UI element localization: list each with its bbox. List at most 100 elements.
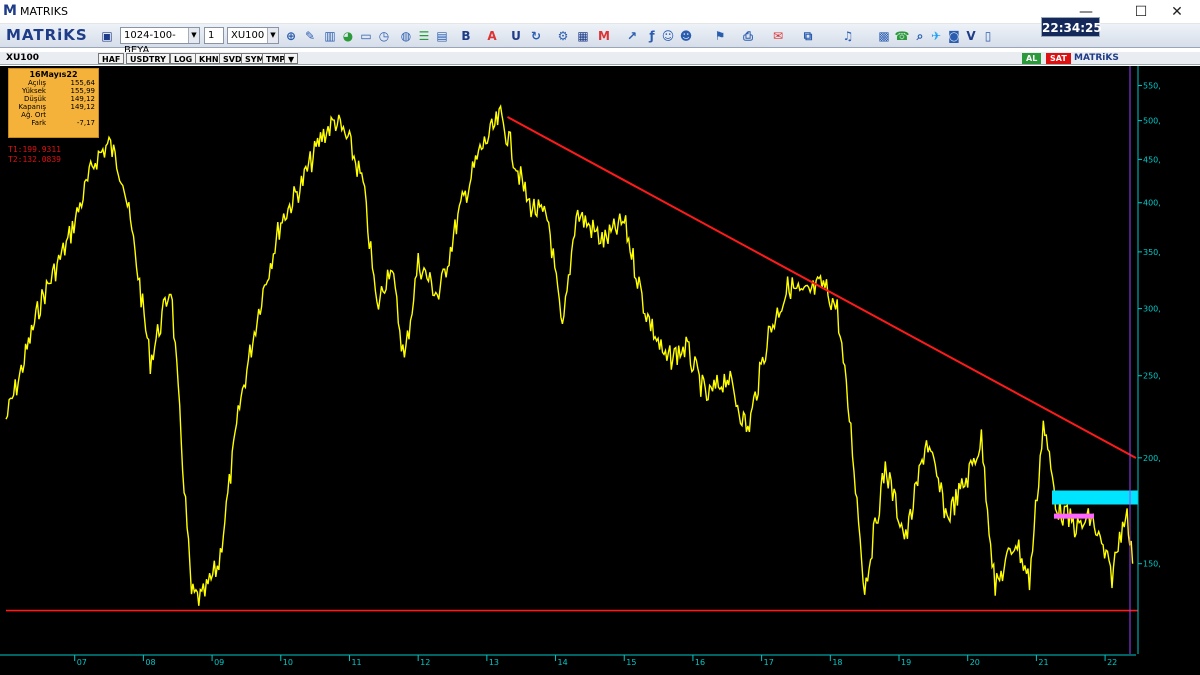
x-tick-label: 09 (214, 658, 224, 667)
app-logo-icon: M (3, 3, 17, 19)
haf-button[interactable]: HAF (98, 53, 125, 64)
globe-icon[interactable]: ◍ (398, 28, 414, 44)
x-tick-label: 07 (77, 658, 87, 667)
overlay-layer (6, 66, 1138, 654)
vop-icon[interactable]: ▦ (575, 28, 591, 44)
bell-icon[interactable]: ♫ (840, 28, 856, 44)
m-icon[interactable]: M (596, 28, 612, 44)
x-tick-label: 17 (764, 658, 774, 667)
y-tick-label: 200, (1143, 454, 1161, 463)
resistance-trendline (506, 116, 1137, 459)
info-row-high: Yüksek 155,99 (9, 87, 98, 95)
info-label: Ağ. Ort (21, 111, 46, 119)
twitter-icon[interactable]: ✈ (928, 28, 944, 44)
sell-button[interactable]: SAT (1046, 53, 1071, 64)
info-row-diff: Fark -7,17 (9, 119, 98, 127)
info-row-open: Açılış 155,64 (9, 79, 98, 87)
info-row-avg: Ağ. Ort (9, 111, 98, 119)
screen-icon[interactable]: ◙ (946, 28, 962, 44)
layout-select[interactable]: 1 (204, 27, 224, 44)
price-chart-svg[interactable]: 550, 500, 450, 400, 350, 300, 250, 200, 150, 07 08… (0, 66, 1200, 675)
buy-button[interactable]: AL (1022, 53, 1042, 64)
chevron-down-icon: ▼ (267, 28, 278, 43)
x-tick-label: 11 (351, 658, 361, 667)
info-value: 155,64 (70, 79, 96, 87)
y-tick-label: 500, (1143, 117, 1161, 126)
print-icon[interactable]: ⎙ (740, 28, 756, 44)
info-label: Yüksek (22, 87, 46, 95)
y-tick-label: 300, (1143, 305, 1161, 314)
monitor-icon[interactable]: ▭ (358, 28, 374, 44)
y-tick-label: 350, (1143, 248, 1161, 257)
line-chart-icon[interactable]: ↗ (624, 28, 640, 44)
x-tick-label: 15 (626, 658, 636, 667)
x-tick-label: 18 (832, 658, 842, 667)
info-value: 149,12 (70, 103, 96, 111)
x-tick-label: 21 (1038, 658, 1048, 667)
cyan-highlight-box (1052, 490, 1138, 505)
x-tick-label: 12 (420, 658, 430, 667)
info-value: 149,12 (70, 95, 96, 103)
info-label: Açılış (28, 79, 46, 87)
chart-brand-label: MATRiKS (1074, 53, 1119, 63)
close-button[interactable]: ✕ (1154, 0, 1200, 24)
x-tick-label: 13 (489, 658, 499, 667)
news-icon[interactable]: ▤ (434, 28, 450, 44)
notes-icon[interactable]: ✉ (770, 28, 786, 44)
copy-icon[interactable]: ⧉ (800, 28, 816, 44)
v-icon[interactable]: V (963, 28, 979, 44)
symbol-select-value: XU100 (231, 30, 265, 41)
document-icon[interactable]: ▯ (980, 28, 996, 44)
zoom-icon[interactable]: ⊕ (283, 28, 299, 44)
symbol-select[interactable]: XU100 ▼ (227, 27, 279, 44)
y-tick-label: 550, (1143, 82, 1161, 91)
y-tick-label: 150, (1143, 560, 1161, 569)
sell-a-icon[interactable]: A (484, 28, 500, 44)
template-select[interactable]: 1024-100-BEYA ▼ (120, 27, 200, 56)
log-button[interactable]: LOG (170, 53, 197, 64)
chart-menu-button[interactable]: ▼ (284, 53, 299, 64)
alert-icon[interactable]: ⚑ (712, 28, 728, 44)
calculator-icon[interactable]: ▩ (876, 28, 892, 44)
usdtry-button[interactable]: USDTRY (126, 53, 170, 64)
clock-display: 22:34:25 (1041, 17, 1102, 37)
bar-chart-icon[interactable]: ▥ (322, 28, 338, 44)
y-tick-label: 450, (1143, 155, 1161, 164)
x-tick-label: 20 (970, 658, 980, 667)
x-axis-strip (0, 654, 1200, 675)
list-icon[interactable]: ☰ (416, 28, 432, 44)
brand-logo: MATRiKS (6, 26, 88, 44)
window-title: MATRIKS (20, 5, 68, 18)
y-tick-label: 250, (1143, 372, 1161, 381)
buy-b-icon[interactable]: B (458, 28, 474, 44)
x-tick-label: 08 (145, 658, 155, 667)
price-chart-area[interactable]: 550, 500, 450, 400, 350, 300, 250, 200, 150, 07 08… (0, 66, 1200, 675)
axis-layer: 550, 500, 450, 400, 350, 300, 250, 200, 150, 07 08… (0, 66, 1200, 675)
formula-icon[interactable]: ƒ (644, 28, 660, 44)
trendline-t2-label: T2:132.0839 (8, 155, 61, 164)
info-label: Kapanış (18, 103, 46, 111)
user-icon[interactable]: ☺ (660, 28, 676, 44)
x-tick-label: 16 (695, 658, 705, 667)
magenta-marker (1054, 513, 1094, 519)
settings-icon[interactable]: ⚙ (555, 28, 571, 44)
clock-icon[interactable]: ◷ (376, 28, 392, 44)
info-value: 155,99 (70, 87, 96, 95)
info-date: 16Mayıs22 (29, 70, 78, 79)
u-icon[interactable]: U (508, 28, 524, 44)
search-icon[interactable]: ⌕ (912, 28, 928, 44)
chevron-down-icon: ▼ (188, 28, 199, 43)
x-tick-label: 14 (558, 658, 568, 667)
phone-icon[interactable]: ☎ (894, 28, 910, 44)
tools-icon[interactable]: ✎ (302, 28, 318, 44)
layout-select-value: 1 (208, 30, 215, 41)
x-tick-label: 10 (283, 658, 293, 667)
refresh-icon[interactable]: ↻ (528, 28, 544, 44)
users-icon[interactable]: ☻ (678, 28, 694, 44)
info-label: Fark (31, 119, 46, 127)
info-row-close: Kapanış 149,12 (9, 103, 98, 111)
save-icon[interactable]: ▣ (99, 28, 115, 44)
pie-chart-icon[interactable]: ◕ (340, 28, 356, 44)
ohlc-info-box: 16Mayıs22 Açılış 155,64 Yüksek 155,99 Düşü… (8, 68, 99, 138)
info-row-low: Düşük 149,12 (9, 95, 98, 103)
